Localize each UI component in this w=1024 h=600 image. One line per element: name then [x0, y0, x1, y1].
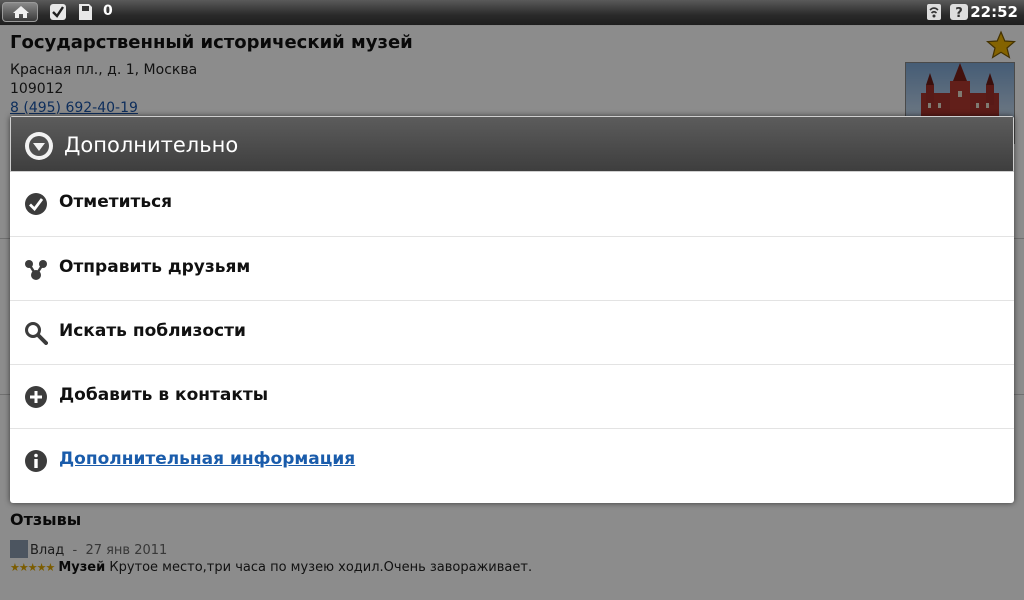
- clock: 22:52: [970, 3, 1018, 21]
- wifi-icon: [927, 4, 941, 20]
- dialog-header: Дополнительно: [10, 116, 1014, 172]
- add-circle-icon: [25, 386, 47, 408]
- notification-count: 0: [103, 3, 113, 19]
- share-friends-icon: [25, 260, 47, 280]
- menu-item-search-nearby[interactable]: Искать поблизости: [10, 300, 1014, 364]
- menu-item-label: Искать поблизости: [59, 321, 246, 341]
- menu-item-label: Добавить в контакты: [59, 385, 269, 405]
- status-bar: 0 ? 22:52: [0, 0, 1024, 26]
- help-icon[interactable]: ?: [949, 3, 969, 21]
- menu-item-send-to-friends[interactable]: Отправить друзьям: [10, 236, 1014, 300]
- menu-item-label: Отправить друзьям: [59, 257, 251, 277]
- menu-item-add-to-contacts[interactable]: Добавить в контакты: [10, 364, 1014, 428]
- menu-item-label: Отметиться: [59, 192, 173, 212]
- check-circle-icon: [25, 193, 47, 215]
- sd-card-icon[interactable]: [76, 3, 94, 21]
- menu-item-more-info[interactable]: Дополнительная информация: [10, 428, 1014, 492]
- dropdown-circle-icon: [25, 132, 53, 160]
- info-icon: [25, 450, 47, 472]
- home-icon: [13, 6, 29, 18]
- svg-text:?: ?: [955, 6, 963, 21]
- home-button[interactable]: [2, 2, 38, 22]
- menu-item-check-in[interactable]: Отметиться: [10, 172, 1014, 236]
- dialog-title: Дополнительно: [64, 133, 239, 157]
- check-icon[interactable]: [49, 3, 67, 21]
- search-icon: [25, 322, 48, 345]
- more-info-link[interactable]: Дополнительная информация: [59, 449, 355, 469]
- more-options-dialog: Дополнительно Отметиться Отправить друзь…: [10, 116, 1014, 503]
